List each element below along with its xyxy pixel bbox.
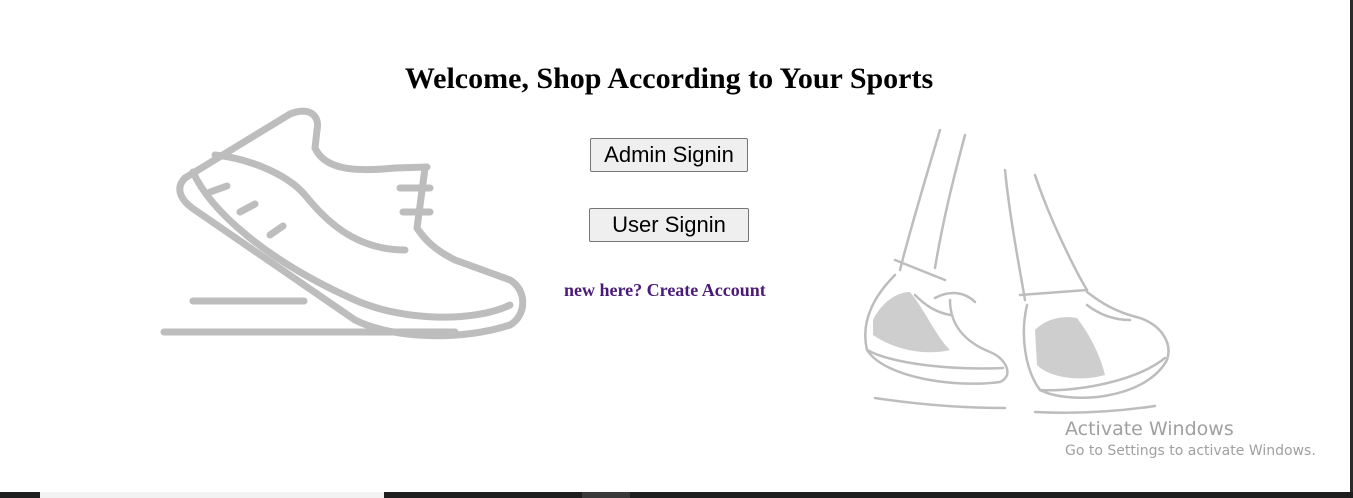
running-shoe-icon: [155, 100, 535, 350]
walking-feet-illustration: [855, 120, 1185, 425]
page: Welcome, Shop According to Your Sports A…: [0, 0, 1353, 498]
page-title: Welcome, Shop According to Your Sports: [404, 62, 934, 95]
user-signin-button[interactable]: User Signin: [589, 208, 749, 242]
activate-windows-watermark: Activate Windows Go to Settings to activ…: [1065, 417, 1316, 461]
create-account-link[interactable]: new here? Create Account: [564, 280, 766, 301]
watermark-title: Activate Windows: [1065, 418, 1234, 440]
taskbar-item[interactable]: [40, 492, 384, 498]
watermark-subtitle: Go to Settings to activate Windows.: [1065, 443, 1316, 459]
taskbar-item[interactable]: [582, 492, 630, 498]
admin-signin-button[interactable]: Admin Signin: [590, 138, 748, 172]
